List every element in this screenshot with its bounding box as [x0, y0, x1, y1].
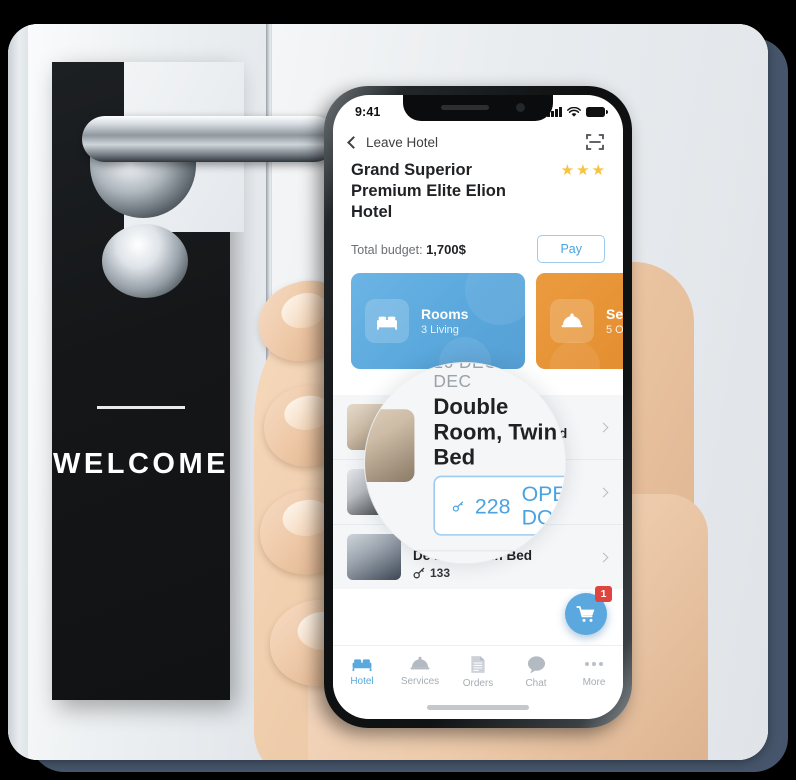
cart-floating-button[interactable]: 1 — [565, 586, 612, 635]
budget-row: Total budget: 1,700$ Pay — [333, 223, 623, 273]
category-subtitle: 3 Living — [421, 324, 459, 337]
category-carousel[interactable]: Rooms 3 Living Se 5 O — [333, 273, 623, 370]
key-icon — [413, 567, 425, 579]
tab-chat[interactable]: Chat — [508, 655, 564, 689]
leave-hotel-back-button[interactable]: Leave Hotel — [347, 134, 439, 150]
open-door-label: OPEN DOOR — [521, 481, 565, 530]
tab-hotel[interactable]: Hotel — [334, 655, 390, 687]
shopping-cart-icon — [576, 606, 595, 622]
room-number: 133 — [430, 565, 451, 580]
tab-label: More — [582, 677, 606, 688]
category-card-text: Services 5 Orders — [606, 306, 623, 336]
screenshot-root: WELCOME 9:41 Leave Hotel Grand Superior … — [0, 0, 796, 780]
room-key-row: 133 — [413, 566, 588, 580]
door-hanger-divider — [97, 406, 185, 409]
hotel-header: Grand Superior Premium Elite Elion Hotel… — [333, 154, 623, 223]
front-camera-icon — [516, 103, 525, 112]
room-dates: 16 DEC - 20 DEC — [433, 363, 535, 392]
scan-frame-icon[interactable] — [585, 132, 605, 152]
tab-orders[interactable]: Orders — [450, 655, 506, 689]
cart-badge-count: 1 — [595, 586, 612, 602]
ellipsis-icon — [585, 655, 603, 673]
tab-label: Orders — [462, 678, 494, 689]
welcome-text: WELCOME — [53, 448, 229, 480]
status-bar-indicators — [547, 106, 608, 118]
category-card-text: Rooms 3 Living — [421, 306, 468, 336]
room-info: 16 DEC - 20 DEC Double Room, Twin Bed 22… — [433, 363, 565, 536]
budget-label: Total budget: — [351, 242, 423, 257]
hero-photo-card: WELCOME 9:41 Leave Hotel Grand Superior … — [8, 24, 768, 760]
open-door-room-number: 228 — [474, 493, 511, 518]
tab-services[interactable]: Services — [392, 655, 448, 687]
document-icon — [471, 656, 485, 673]
tab-more[interactable]: More — [566, 655, 622, 688]
chevron-right-icon — [598, 487, 609, 498]
pay-button[interactable]: Pay — [537, 235, 605, 264]
bed-icon — [352, 659, 372, 672]
chevron-right-icon — [598, 552, 609, 563]
room-list-item-magnified[interactable]: 16 DEC - 20 DEC Double Room, Twin Bed 22… — [365, 363, 565, 550]
magnifier-content: 16 DEC - 20 DEC Double Room, Twin Bed 22… — [365, 363, 565, 563]
star-icon: ★ — [576, 162, 590, 179]
room-list-item-magnified[interactable]: 16 DEC - 20 DEC Junior Suite, Twin Bed — [365, 549, 565, 563]
open-door-button[interactable]: 228 OPEN DOOR — [433, 475, 565, 536]
tab-label: Chat — [525, 678, 547, 689]
room-thumbnail — [365, 408, 415, 482]
earpiece-speaker — [441, 105, 489, 110]
door-handle-lever — [82, 116, 337, 162]
category-card-services[interactable]: Services 5 Orders — [536, 273, 623, 370]
category-name: Rooms — [421, 306, 469, 323]
phone-notch — [403, 95, 553, 121]
battery-icon — [586, 107, 608, 117]
door-lock-knob — [102, 224, 188, 298]
budget-amount: 1,700$ — [426, 241, 466, 257]
app-nav-bar: Leave Hotel — [333, 125, 623, 154]
hotel-star-rating: ★ ★ ★ — [561, 160, 605, 178]
back-button-label: Leave Hotel — [366, 134, 439, 150]
category-name: Services — [606, 306, 623, 323]
door-left-edge — [8, 24, 28, 760]
star-icon: ★ — [591, 162, 605, 179]
chevron-right-icon — [598, 422, 609, 433]
key-icon — [452, 500, 464, 511]
chevron-left-icon — [347, 135, 360, 149]
bottom-tab-bar: Hotel Services Orders Chat More — [333, 645, 623, 719]
total-budget-text: Total budget: 1,700$ — [351, 242, 466, 257]
wifi-icon — [567, 106, 581, 117]
room-service-icon — [410, 656, 430, 670]
smartphone-device: 9:41 Leave Hotel Grand Superior Premium … — [324, 86, 632, 728]
tab-label: Services — [400, 676, 440, 687]
star-icon: ★ — [560, 162, 575, 179]
magnifier-lens: 16 DEC - 20 DEC Double Room, Twin Bed 22… — [365, 363, 565, 563]
room-service-icon — [550, 299, 594, 344]
bed-icon — [365, 299, 409, 344]
phone-screen: 9:41 Leave Hotel Grand Superior Premium … — [333, 95, 623, 719]
hand-fingernail — [277, 287, 331, 334]
category-subtitle: 5 Orders — [606, 324, 623, 337]
home-indicator[interactable] — [427, 705, 529, 710]
category-card-rooms[interactable]: Rooms 3 Living — [351, 273, 525, 370]
room-name: Double Room, Twin Bed — [433, 393, 558, 470]
decorative-blob — [465, 273, 525, 326]
page-title: Grand Superior Premium Elite Elion Hotel — [351, 161, 506, 222]
chat-bubble-icon — [527, 656, 545, 674]
tab-label: Hotel — [350, 676, 374, 687]
status-bar-time: 9:41 — [355, 105, 381, 119]
